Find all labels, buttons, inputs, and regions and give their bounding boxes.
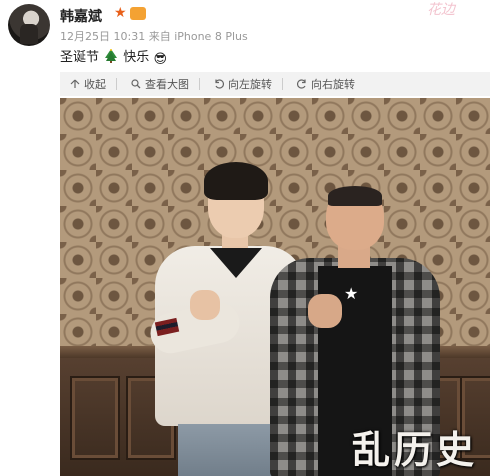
rotate-right-icon xyxy=(297,79,306,89)
rotate-left-label: 向左旋转 xyxy=(228,78,272,91)
hand-gesture-right xyxy=(308,294,342,328)
arrow-up-icon xyxy=(70,79,80,88)
rotate-left-icon xyxy=(215,79,224,89)
image-toolbar: 收起 查看大图 向左旋转 向右旋转 xyxy=(60,72,490,96)
post-meta: 12月25日 10:31 来自 iPhone 8 Plus xyxy=(60,28,248,44)
magnify-icon xyxy=(131,79,141,89)
level-badge-icon xyxy=(130,7,146,20)
collapse-label: 收起 xyxy=(84,78,106,91)
vip-star-icon: ★ xyxy=(114,5,127,21)
watermark-bottom: 乱历史 xyxy=(351,426,478,472)
avatar[interactable] xyxy=(8,4,50,46)
collapse-button[interactable]: 收起 xyxy=(70,76,106,92)
rotate-right-label: 向右旋转 xyxy=(311,78,355,91)
christmas-tree-icon xyxy=(105,49,118,63)
status-text: 圣诞节 快乐 😎 xyxy=(60,46,167,67)
post-timestamp[interactable]: 12月25日 10:31 xyxy=(60,30,145,43)
toolbar-divider xyxy=(199,78,200,90)
view-large-button[interactable]: 查看大图 xyxy=(131,76,189,92)
sunglasses-emoji-icon: 😎 xyxy=(153,52,168,67)
rotate-left-button[interactable]: 向左旋转 xyxy=(214,76,272,92)
view-large-label: 查看大图 xyxy=(145,78,189,91)
hand-gesture-left xyxy=(190,290,220,320)
status-suffix: 快乐 xyxy=(123,50,150,65)
toolbar-divider xyxy=(282,78,283,90)
post-source: 来自 iPhone 8 Plus xyxy=(148,30,248,43)
watermark-top-right: 花边 xyxy=(392,0,490,22)
rotate-right-button[interactable]: 向右旋转 xyxy=(297,76,355,92)
toolbar-divider xyxy=(116,78,117,90)
star-icon: ★ xyxy=(344,284,359,303)
username[interactable]: 韩嘉斌 xyxy=(60,6,102,26)
status-prefix: 圣诞节 xyxy=(60,50,100,65)
